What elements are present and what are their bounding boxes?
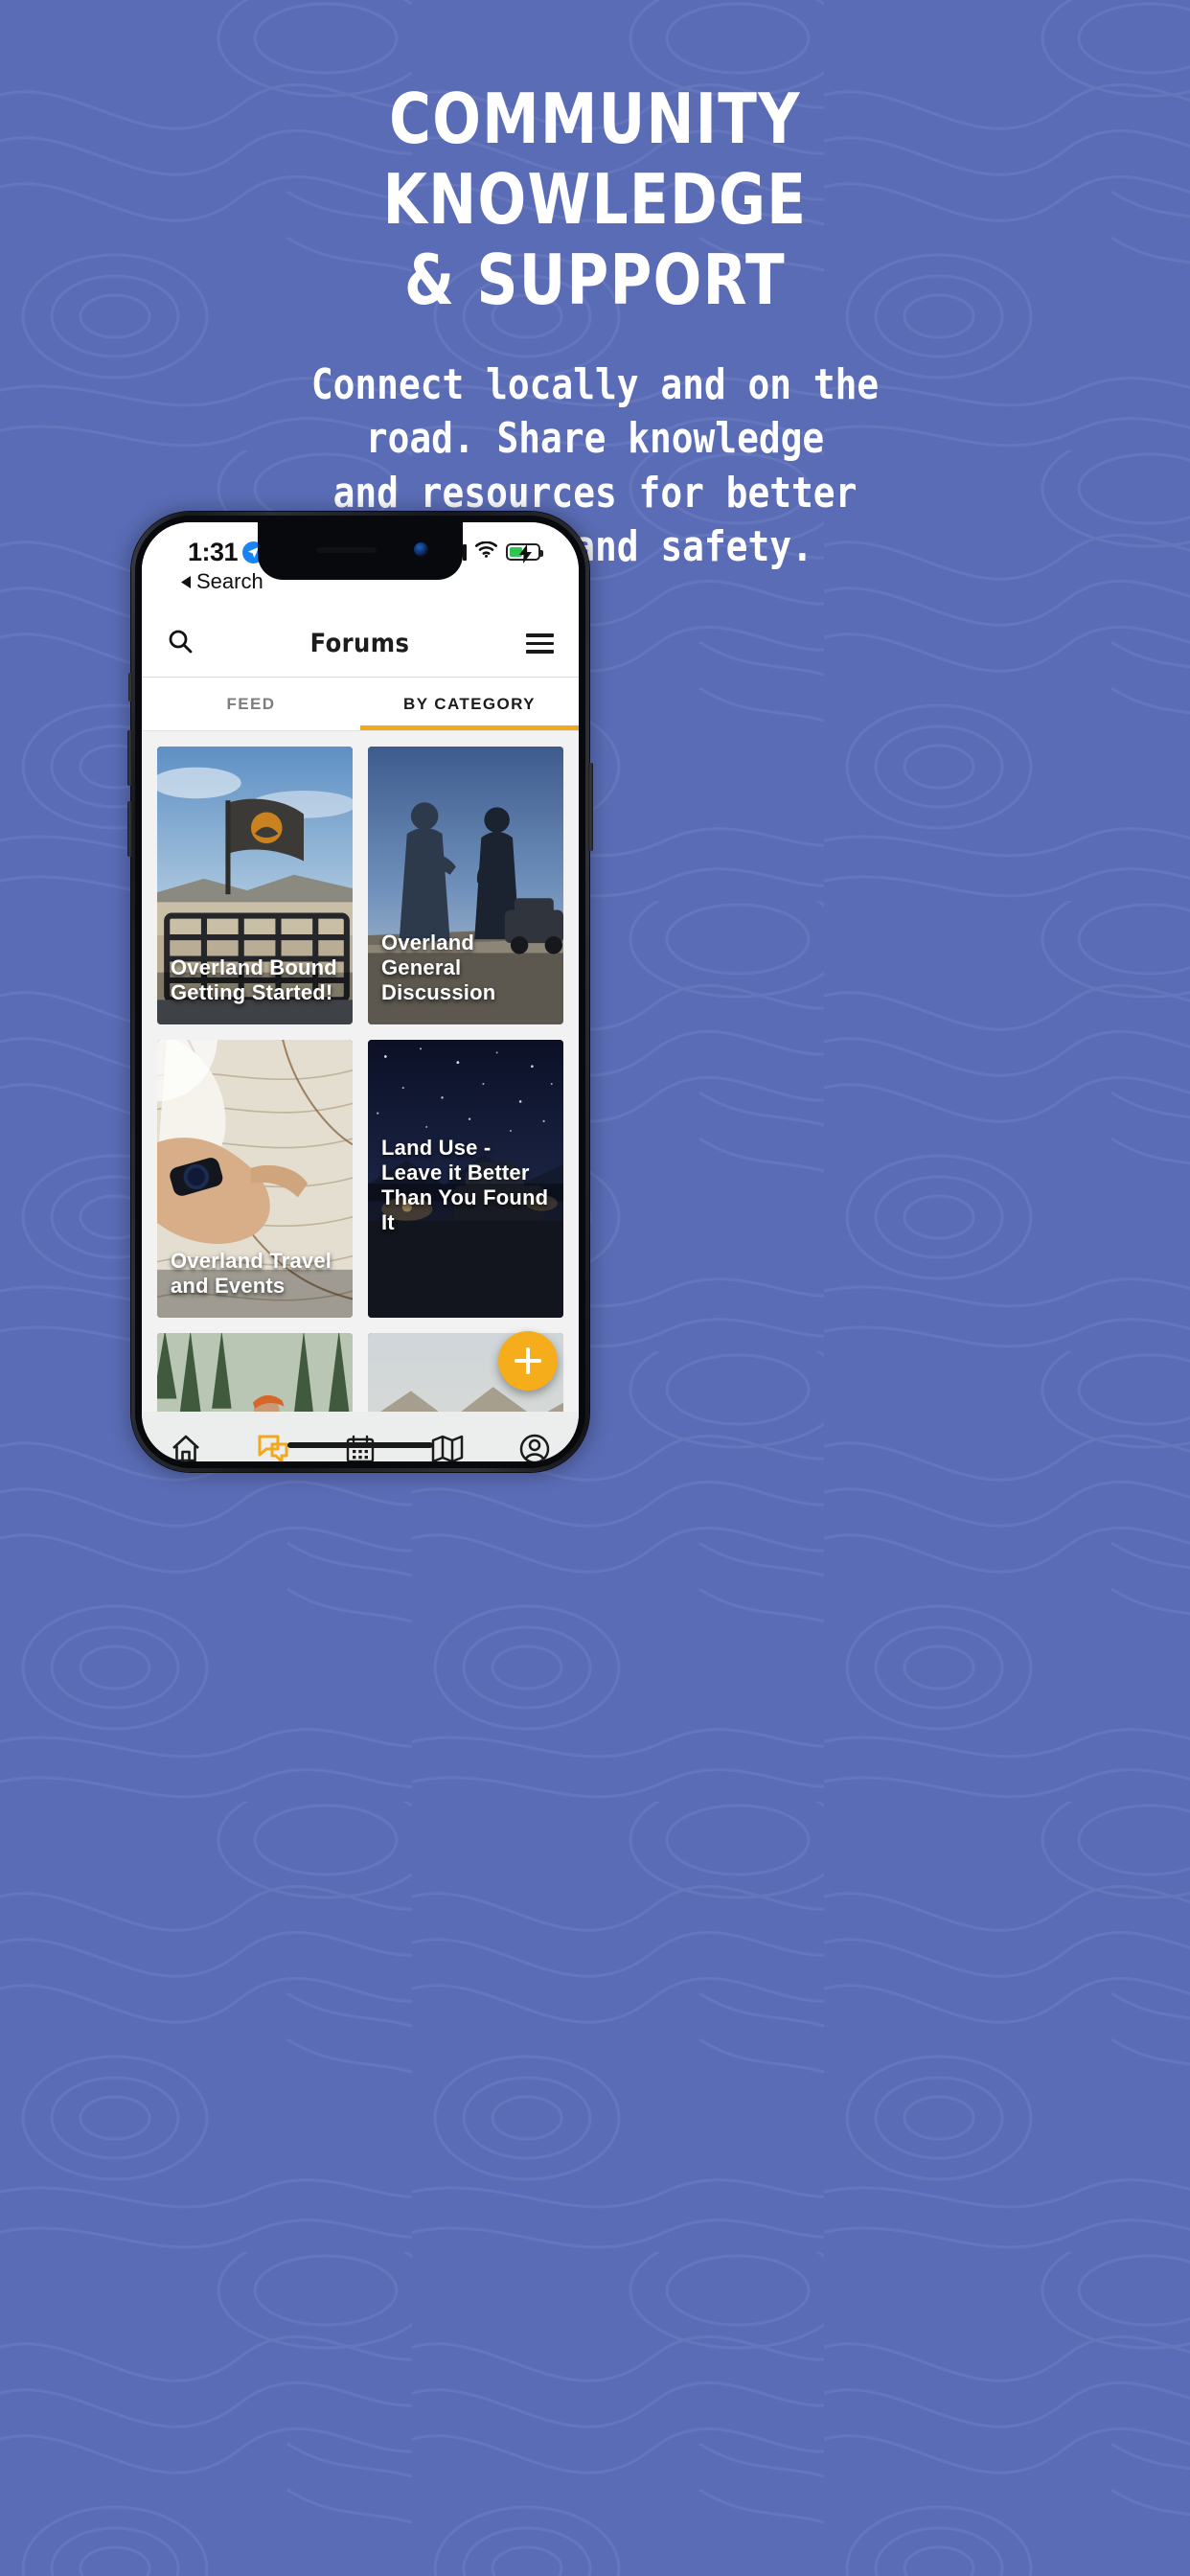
tab-feed[interactable]: FEED	[142, 678, 360, 730]
category-card[interactable]: Overland Bound Getting Started!	[157, 747, 353, 1024]
earpiece-speaker	[317, 547, 377, 553]
headline-line-1: COMMUNITY	[389, 79, 801, 159]
category-card[interactable]: Overland Travel and Events	[157, 1040, 353, 1318]
map-icon	[431, 1435, 464, 1461]
search-icon[interactable]	[167, 628, 194, 659]
headline-line-3: & SUPPORT	[403, 240, 786, 320]
back-triangle-icon	[181, 569, 192, 594]
front-camera	[414, 542, 428, 557]
headline-line-2: KNOWLEDGE	[382, 159, 808, 240]
home-indicator[interactable]	[287, 1442, 433, 1448]
app-header: Forums	[142, 610, 579, 678]
bottom-navigation-bar	[142, 1412, 579, 1461]
battery-charging-icon	[506, 543, 543, 564]
home-icon	[172, 1435, 199, 1461]
subtitle-line-2: road. Share knowledge	[365, 414, 825, 464]
category-card[interactable]	[157, 1333, 353, 1412]
category-card[interactable]: Overland General Discussion	[368, 747, 563, 1024]
volume-up-button[interactable]	[127, 730, 132, 786]
back-label: Search	[196, 569, 263, 593]
create-post-fab[interactable]	[498, 1331, 558, 1391]
account-circle-icon	[520, 1434, 550, 1461]
hamburger-menu-icon[interactable]	[526, 633, 554, 654]
charging-bolt-icon	[519, 544, 532, 568]
ios-status-bar: 1:31 Search	[142, 522, 579, 610]
category-card-title: Overland General Discussion	[381, 931, 496, 1005]
forums-chat-icon	[258, 1435, 288, 1461]
forum-tabs: FEED BY CATEGORY	[142, 678, 579, 731]
back-to-search-button[interactable]: Search	[181, 569, 263, 594]
phone-screen: 1:31 Search Forums FEED BY CATEGORY Over…	[142, 522, 579, 1461]
wifi-icon	[474, 540, 498, 563]
category-grid-scroll[interactable]: Overland Bound Getting Started! Overland…	[142, 731, 579, 1412]
category-card-title: Overland Bound Getting Started!	[171, 955, 337, 1005]
category-card-title: Overland Travel and Events	[171, 1249, 332, 1299]
plus-icon-vertical	[526, 1347, 530, 1374]
category-card-title: Land Use - Leave it Better Than You Foun…	[381, 1136, 549, 1235]
phone-notch	[258, 522, 463, 580]
tab-by-category[interactable]: BY CATEGORY	[360, 678, 579, 730]
volume-down-button[interactable]	[127, 801, 132, 857]
phone-mockup: 1:31 Search Forums FEED BY CATEGORY Over…	[126, 508, 595, 1478]
page-title: Forums	[309, 629, 410, 658]
mute-switch[interactable]	[128, 673, 132, 702]
category-grid: Overland Bound Getting Started! Overland…	[142, 731, 579, 1412]
page-title: COMMUNITY KNOWLEDGE & SUPPORT	[48, 84, 1143, 314]
status-time-group: 1:31	[188, 538, 265, 567]
power-button[interactable]	[588, 763, 593, 851]
subtitle-line-1: Connect locally and on the	[310, 360, 880, 409]
category-card[interactable]: Land Use - Leave it Better Than You Foun…	[368, 1040, 563, 1318]
hero-copy: COMMUNITY KNOWLEDGE & SUPPORT Connect lo…	[0, 0, 1190, 574]
category-card-image	[157, 1333, 353, 1412]
status-time: 1:31	[188, 538, 239, 566]
